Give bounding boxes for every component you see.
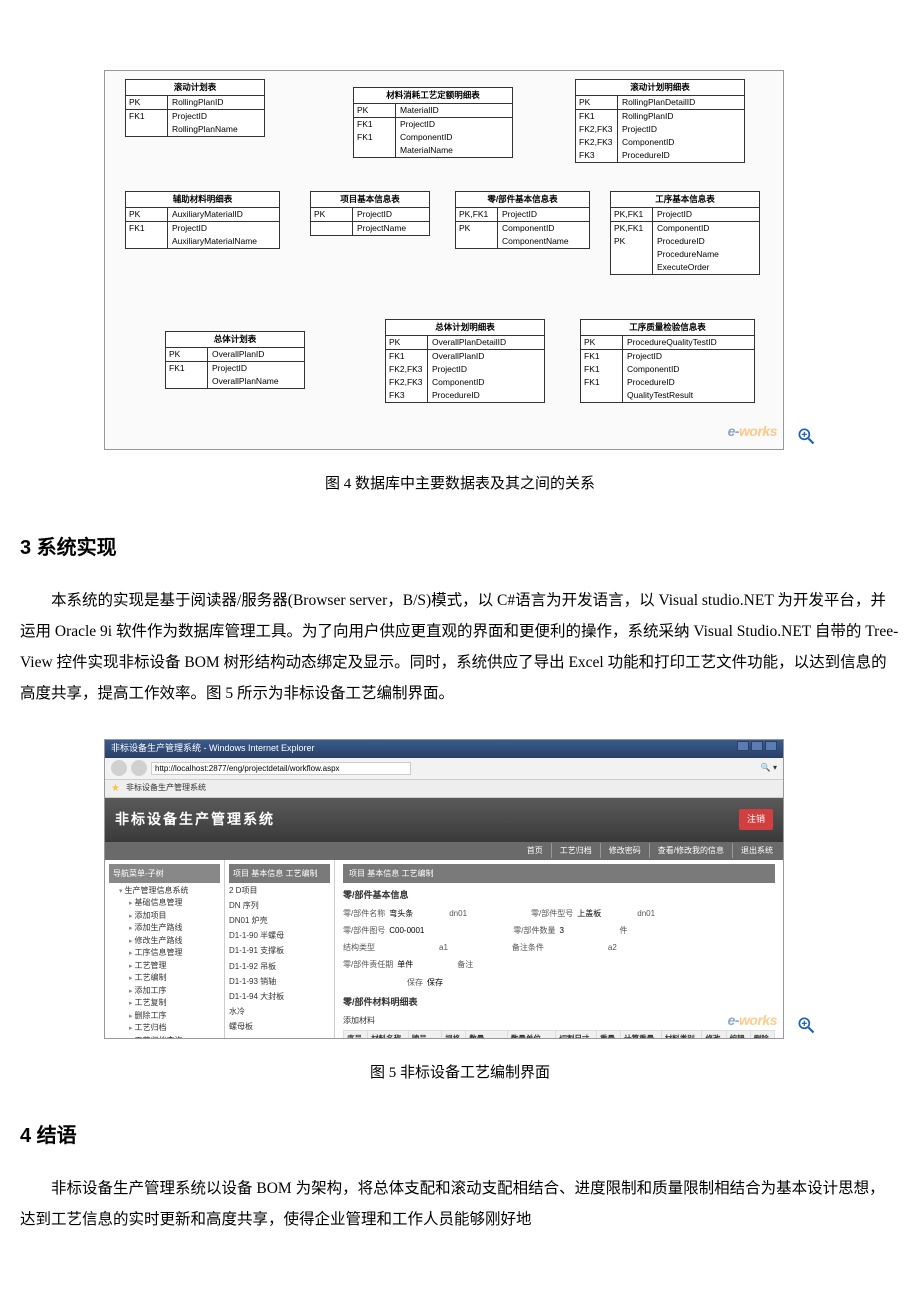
magnify-icon[interactable] [796, 426, 816, 446]
erd-diagram: e-works 滚动计划表PKRollingPlanIDFK1ProjectID… [105, 71, 783, 449]
erd-table-overall_plan: 总体计划表PKOverallPlanIDFK1ProjectIDOverallP… [165, 331, 305, 389]
forward-icon[interactable] [131, 760, 147, 776]
window-buttons[interactable] [735, 740, 777, 757]
sub-nav: 首页工艺归档修改密码查看/修改我的信息退出系统 [105, 842, 783, 860]
erd-table-component: 零/部件基本信息表PK,FK1ProjectIDPKComponentIDCom… [455, 191, 590, 249]
erd-table-material_quota: 材料消耗工艺定额明细表PKMaterialIDFK1ProjectIDFK1Co… [353, 87, 513, 158]
app-header: 非标设备生产管理系统 注销 [105, 798, 783, 842]
material-grid: 序号材料名称牌号规格数量数量单位切割尺寸重量计算重量材料类别修改编辑删除1钢板Q… [343, 1030, 775, 1038]
tree-item[interactable]: 添加项目 [129, 910, 220, 923]
content-pane: 项目 基本信息 工艺编制 零/部件基本信息 零/部件名称弯头条dn01零/部件型… [335, 860, 783, 1038]
magnify-icon[interactable] [796, 1015, 816, 1035]
mid-tree[interactable]: 项目 基本信息 工艺编制 2 D项目DN 序列DN01 炉壳D1-1-90 半螺… [225, 860, 335, 1038]
tree-item[interactable]: D1-1-94 大封板 [229, 989, 330, 1004]
tree-item[interactable]: 工艺编制 [129, 972, 220, 985]
app-body: 导航菜单-子树 生产管理信息系统基础信息管理添加项目添加生产路线修改生产路线工序… [105, 860, 783, 1038]
watermark: e-works [728, 418, 777, 445]
tree-item[interactable]: D1-1-92 吊板 [229, 959, 330, 974]
form-basic: 零/部件名称弯头条dn01零/部件型号上盖板dn01零/部件图号C00-0001… [343, 906, 775, 990]
erd-table-procedure: 工序基本信息表PK,FK1ProjectIDPK,FK1ComponentIDP… [610, 191, 760, 275]
tree-item[interactable]: 工艺复制 [129, 997, 220, 1010]
section-3-heading: 3 系统实现 [20, 529, 900, 567]
logout-button[interactable]: 注销 [739, 809, 773, 830]
window-title: 非标设备生产管理系统 - Windows Internet Explorer [111, 740, 315, 757]
erd-table-rolling_detail: 滚动计划明细表PKRollingPlanDetailIDFK1RollingPl… [575, 79, 745, 163]
subnav-item[interactable]: 首页 [519, 843, 543, 858]
erd-table-project: 项目基本信息表PKProjectIDProjectName [310, 191, 430, 236]
mid-tree-list: 2 D项目DN 序列DN01 炉壳D1-1-90 半螺母D1-1-91 支撑板D… [229, 883, 330, 1038]
tree-item[interactable]: D1-1-91 支撑板 [229, 943, 330, 958]
window-titlebar: 非标设备生产管理系统 - Windows Internet Explorer [105, 740, 783, 758]
tree-item[interactable]: 工艺归档 [129, 1022, 220, 1035]
tree-item[interactable]: D1-1-90 半螺母 [229, 928, 330, 943]
tree-item[interactable]: 工艺管理 [129, 960, 220, 973]
left-nav-tree[interactable]: 导航菜单-子树 生产管理信息系统基础信息管理添加项目添加生产路线修改生产路线工序… [105, 860, 225, 1038]
screenshot: 非标设备生产管理系统 - Windows Internet Explorer 🔍… [105, 740, 783, 1038]
back-icon[interactable] [111, 760, 127, 776]
tree-item[interactable]: 删除工序 [129, 1010, 220, 1023]
tree-title: 导航菜单-子树 [109, 864, 220, 883]
figure-4-container: e-works 滚动计划表PKRollingPlanIDFK1ProjectID… [20, 70, 900, 450]
toolbar-right: 🔍 ▾ [761, 760, 777, 775]
section-4-heading: 4 结语 [20, 1117, 900, 1155]
erd-table-rolling_plan: 滚动计划表PKRollingPlanIDFK1ProjectIDRollingP… [125, 79, 265, 137]
tree-item[interactable]: 工序信息管理 [129, 947, 220, 960]
erd-table-quality: 工序质量检验信息表PKProcedureQualityTestIDFK1Proj… [580, 319, 755, 403]
tree-item[interactable]: 添加工序 [129, 985, 220, 998]
tree-item[interactable]: DN01 炉壳 [229, 913, 330, 928]
figure-5-caption: 图 5 非标设备工艺编制界面 [20, 1059, 900, 1088]
tree-item[interactable]: 添加生产路线 [129, 922, 220, 935]
mid-tabbar: 项目 基本信息 工艺编制 [229, 864, 330, 883]
subnav-item[interactable]: 退出系统 [732, 843, 773, 858]
figure-4-caption: 图 4 数据库中主要数据表及其之间的关系 [20, 470, 900, 499]
tree-item[interactable]: 基础信息管理 [129, 897, 220, 910]
section-3-paragraph: 本系统的实现是基于阅读器/服务器(Browser server，B/S)模式，以… [20, 585, 900, 709]
subnav-item[interactable]: 修改密码 [600, 843, 641, 858]
browser-tabs: ★ 非标设备生产管理系统 [105, 780, 783, 798]
erd-table-aux_material: 辅助材料明细表PKAuxiliaryMaterialIDFK1ProjectID… [125, 191, 280, 249]
tree-item[interactable]: 螺母板 [229, 1019, 330, 1034]
content-tabbar[interactable]: 项目 基本信息 工艺编制 [343, 864, 775, 883]
section-basic-info: 零/部件基本信息 [343, 887, 775, 904]
figure-5-image: 非标设备生产管理系统 - Windows Internet Explorer 🔍… [104, 739, 784, 1039]
tree-item[interactable]: 工艺归档查询 [129, 1035, 220, 1038]
browser-toolbar: 🔍 ▾ [105, 758, 783, 780]
address-bar[interactable] [151, 762, 411, 775]
section-4-paragraph: 非标设备生产管理系统以设备 BOM 为架构，将总体支配和滚动支配相结合、进度限制… [20, 1173, 900, 1235]
tree-item[interactable]: 修改生产路线 [129, 935, 220, 948]
subnav-item[interactable]: 工艺归档 [551, 843, 592, 858]
section-material: 零/部件材料明细表 [343, 994, 775, 1011]
add-material-link[interactable]: 添加材料 [343, 1013, 775, 1028]
erd-table-overall_detail: 总体计划明细表PKOverallPlanDetailIDFK1OverallPl… [385, 319, 545, 403]
tree-item[interactable]: 小盖板 [229, 1035, 330, 1038]
figure-4-image: e-works 滚动计划表PKRollingPlanIDFK1ProjectID… [104, 70, 784, 450]
tree-item[interactable]: D1-1-93 销轴 [229, 974, 330, 989]
figure-5-container: 非标设备生产管理系统 - Windows Internet Explorer 🔍… [20, 739, 900, 1039]
app-logo: 非标设备生产管理系统 [115, 806, 275, 833]
favorite-icon[interactable]: ★ [111, 779, 120, 798]
tree-item[interactable]: 水冷 [229, 1004, 330, 1019]
tree-list: 生产管理信息系统基础信息管理添加项目添加生产路线修改生产路线工序信息管理工艺管理… [109, 885, 220, 1038]
watermark: e-works [728, 1007, 777, 1034]
tree-item[interactable]: DN 序列 [229, 898, 330, 913]
subnav-item[interactable]: 查看/修改我的信息 [649, 843, 724, 858]
tab-label[interactable]: 非标设备生产管理系统 [126, 780, 206, 795]
